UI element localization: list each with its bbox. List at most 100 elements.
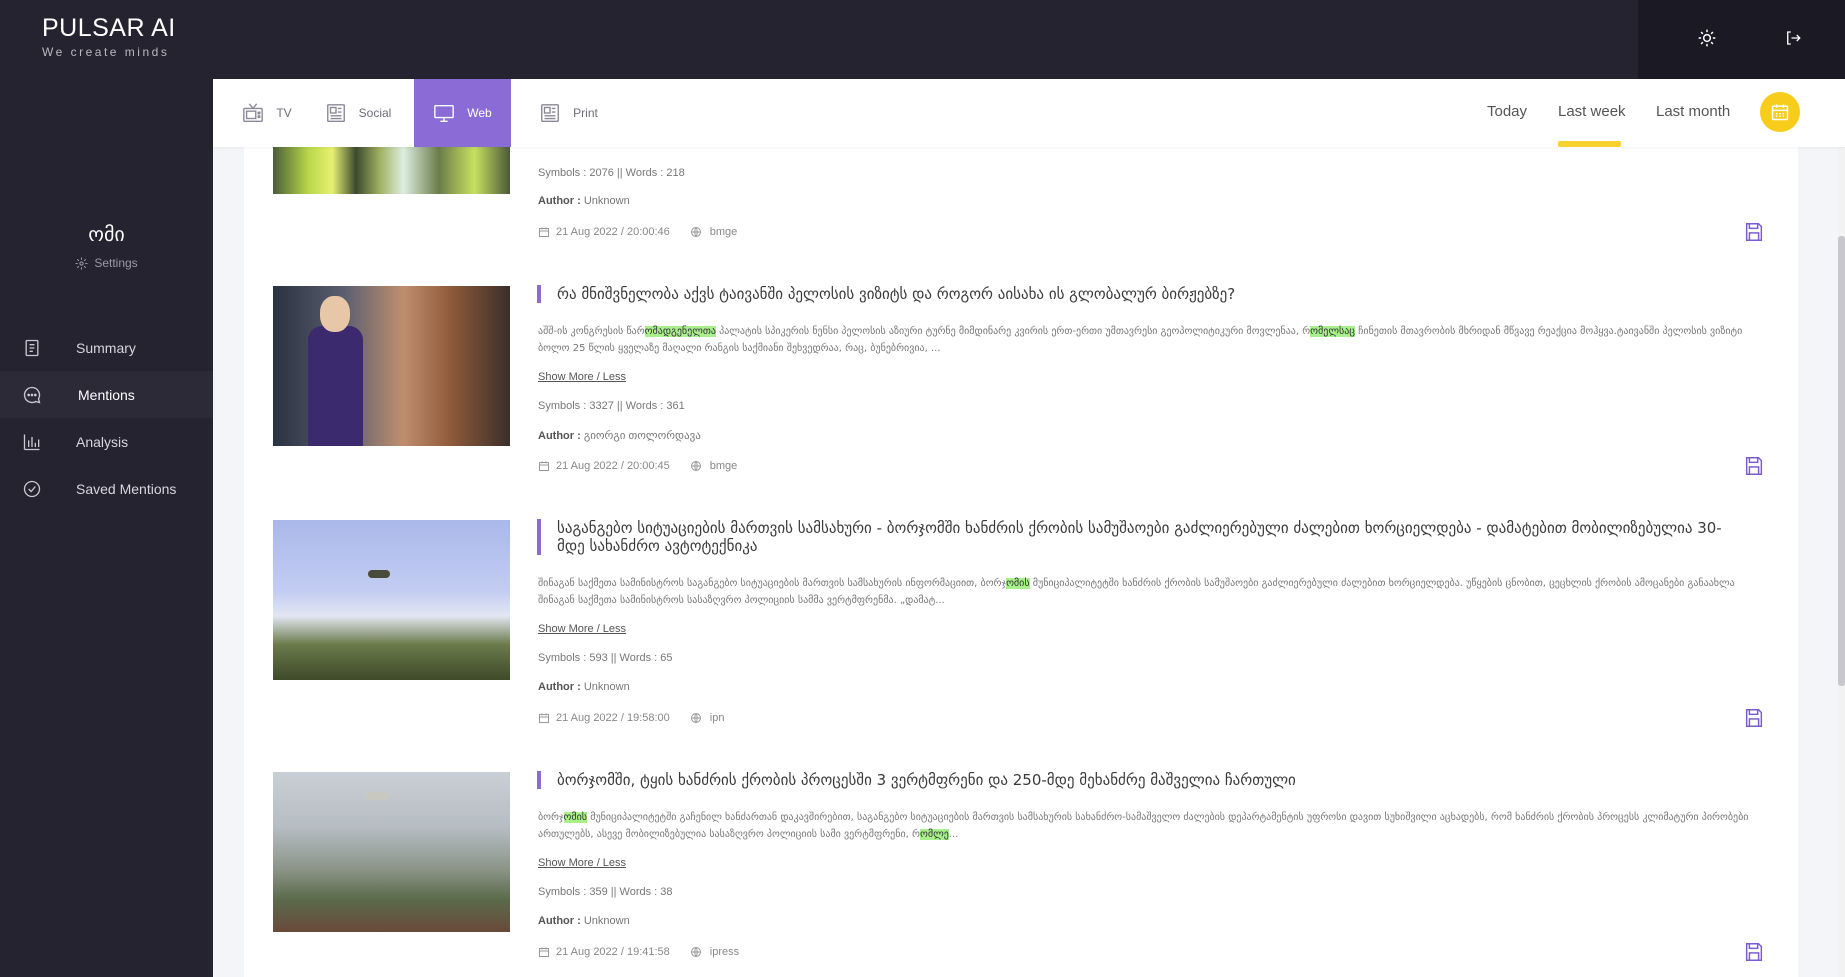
mention-title[interactable]: რა მნიშვნელობა აქვს ტაივანში პელოსის ვიზ… xyxy=(537,285,1727,303)
sun-icon xyxy=(1698,29,1716,47)
tab-label: Web xyxy=(467,106,492,120)
top-bar-actions xyxy=(1638,0,1845,79)
snippet-text: შინაგან საქმეთა სამინისტროს საგანგებო სი… xyxy=(538,578,1007,589)
mention-author: Author : Unknown xyxy=(538,195,630,207)
author-value: Unknown xyxy=(583,915,630,927)
mention-author: Author : Unknown xyxy=(538,915,630,927)
mention-source[interactable]: bmge xyxy=(710,226,738,238)
period-today[interactable]: Today xyxy=(1487,103,1527,120)
show-more-link[interactable]: Show More / Less xyxy=(538,623,626,635)
mention-meta: 21 Aug 2022 / 19:41:58 ipress xyxy=(538,946,739,958)
mention-thumbnail[interactable] xyxy=(273,772,510,932)
tab-label: Print xyxy=(573,106,598,120)
mention-source[interactable]: ipress xyxy=(710,946,739,958)
mention-meta: 21 Aug 2022 / 19:58:00 ipn xyxy=(538,712,724,724)
sidebar-item-analysis[interactable]: Analysis xyxy=(0,418,213,465)
snippet-text: აშშ-ის კონგრესის წარ xyxy=(538,326,645,337)
tab-social[interactable]: Social xyxy=(318,79,398,147)
globe-icon xyxy=(690,461,701,471)
tv-icon xyxy=(243,103,264,122)
mention-author: Author : Unknown xyxy=(538,681,630,693)
period-last-week[interactable]: Last week xyxy=(1558,103,1626,120)
mention-title[interactable]: საგანგებო სიტუაციების მართვის სამსახური … xyxy=(537,519,1727,555)
snippet-highlight: ომის xyxy=(1006,578,1030,589)
bar-chart-icon xyxy=(23,434,40,451)
newspaper-icon xyxy=(541,104,560,122)
mention-snippet: აშშ-ის კონგრესის წარომადგენელთა პალატის … xyxy=(538,323,1768,357)
save-icon[interactable] xyxy=(1743,941,1765,963)
snippet-highlight: ომის xyxy=(563,812,588,823)
filter-bar: TV Social Web Print Today Last week Last… xyxy=(213,79,1845,147)
mention-thumbnail[interactable] xyxy=(273,520,510,680)
save-icon[interactable] xyxy=(1743,221,1765,243)
sidebar-item-saved-mentions[interactable]: Saved Mentions xyxy=(0,465,213,512)
check-circle-icon xyxy=(23,480,41,498)
calendar-icon xyxy=(539,713,549,723)
user-block: ომი Settings xyxy=(0,222,213,270)
tab-label: TV xyxy=(276,106,292,120)
sidebar-item-label: Analysis xyxy=(76,433,129,450)
mention-snippet: ბორჯომის მუნიციპალიტეტში გაჩენილ ხანძართ… xyxy=(538,809,1768,843)
mention-source[interactable]: bmge xyxy=(710,460,738,472)
snippet-highlight: ომადგენელთა xyxy=(644,326,716,337)
mention-stats: Symbols : 359 || Words : 38 xyxy=(538,886,673,898)
calendar-button[interactable] xyxy=(1760,92,1800,132)
sidebar-item-label: Saved Mentions xyxy=(76,480,177,497)
sidebar-nav: Summary Mentions Analysis Saved Mentions xyxy=(0,324,213,512)
snippet-text: ბორჯ xyxy=(538,812,564,823)
globe-icon xyxy=(690,947,701,957)
mention-stats: Symbols : 2076 || Words : 218 xyxy=(538,167,685,179)
author-label: Author : xyxy=(538,195,581,207)
mentions-list: Symbols : 2076 || Words : 218 Author : U… xyxy=(244,147,1798,977)
sidebar-item-summary[interactable]: Summary xyxy=(0,324,213,371)
mention-source[interactable]: ipn xyxy=(710,712,725,724)
settings-link[interactable]: Settings xyxy=(0,256,213,270)
top-bar: PULSAR AI We create minds xyxy=(0,0,1845,79)
theme-toggle-button[interactable] xyxy=(1694,25,1720,51)
active-period-indicator xyxy=(1558,141,1621,147)
period-last-month[interactable]: Last month xyxy=(1656,103,1730,120)
show-more-link[interactable]: Show More / Less xyxy=(538,857,626,869)
calendar-icon xyxy=(1771,104,1789,121)
author-label: Author : xyxy=(538,430,581,442)
author-label: Author : xyxy=(538,915,581,927)
scrollbar-thumb[interactable] xyxy=(1838,236,1845,686)
mention-thumbnail[interactable] xyxy=(273,147,510,194)
helicopter-figure xyxy=(368,570,390,578)
helicopter-figure xyxy=(365,792,389,800)
mention-meta: 21 Aug 2022 / 20:00:45 bmge xyxy=(538,460,737,472)
save-icon[interactable] xyxy=(1743,455,1765,477)
mention-date: 21 Aug 2022 / 19:41:58 xyxy=(556,946,670,958)
snippet-highlight: ომელსაც xyxy=(1310,326,1355,337)
save-icon[interactable] xyxy=(1743,707,1765,729)
tab-web[interactable]: Web xyxy=(414,79,511,147)
mention-date: 21 Aug 2022 / 19:58:00 xyxy=(556,712,670,724)
author-value: Unknown xyxy=(583,681,630,693)
gear-icon xyxy=(75,257,88,269)
sidebar-item-mentions[interactable]: Mentions xyxy=(0,371,213,418)
mention-thumbnail[interactable] xyxy=(273,286,510,446)
brand-logo[interactable]: PULSAR AI We create minds xyxy=(42,14,176,59)
mention-meta: 21 Aug 2022 / 20:00:46 bmge xyxy=(538,226,737,238)
author-label: Author : xyxy=(538,681,581,693)
snippet-text: მუნიციპალიტეტში გაჩენილ ხანძართან დაკავშ… xyxy=(538,812,1749,840)
sidebar-item-label: Mentions xyxy=(78,386,135,403)
mention-title[interactable]: ბორჯომში, ტყის ხანძრის ქრობის პროცესში 3… xyxy=(537,771,1727,789)
calendar-icon xyxy=(539,947,549,957)
show-more-link[interactable]: Show More / Less xyxy=(538,371,626,383)
mention-stats: Symbols : 593 || Words : 65 xyxy=(538,652,673,664)
logout-button[interactable] xyxy=(1780,25,1806,51)
sidebar: ომი Settings Summary Mentions Analysis S… xyxy=(0,79,213,977)
tab-tv[interactable]: TV xyxy=(231,79,303,147)
brand-name: PULSAR AI xyxy=(42,14,176,42)
sidebar-item-label: Summary xyxy=(76,339,136,356)
globe-icon xyxy=(690,227,701,237)
thumbnail-figure xyxy=(320,296,350,332)
tab-print[interactable]: Print xyxy=(531,79,606,147)
mention-date: 21 Aug 2022 / 20:00:45 xyxy=(556,460,670,472)
chat-bubble-icon xyxy=(23,386,41,404)
mention-author: Author : გიორგი თოლორდავა xyxy=(538,429,701,442)
mention-stats: Symbols : 3327 || Words : 361 xyxy=(538,400,685,412)
globe-icon xyxy=(690,713,701,723)
logout-icon xyxy=(1787,31,1801,45)
